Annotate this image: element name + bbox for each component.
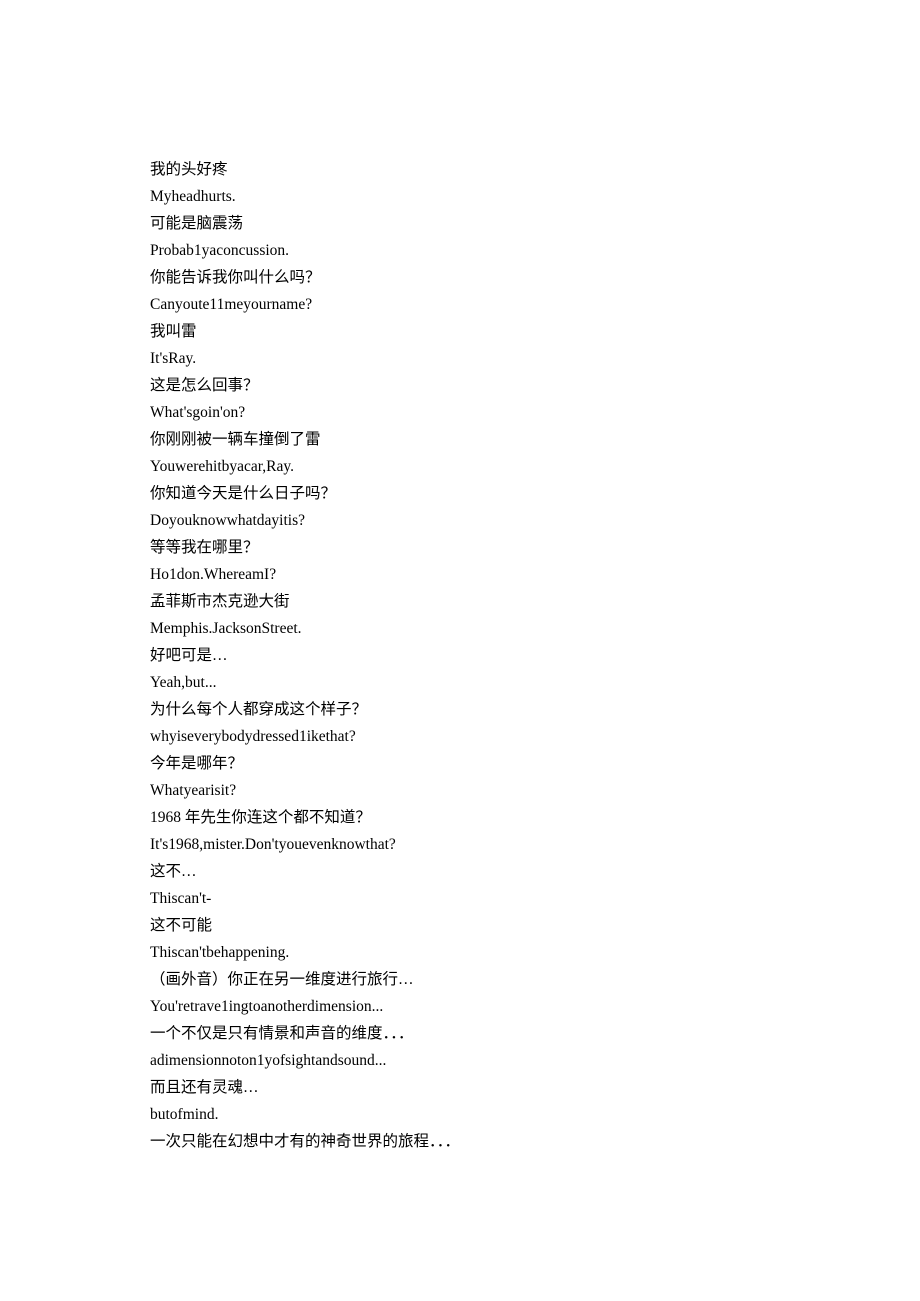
text-line: 今年是哪年？ xyxy=(150,750,770,777)
text-line: 好吧可是… xyxy=(150,642,770,669)
text-line: 你知道今天是什么日子吗？ xyxy=(150,480,770,507)
text-line: （画外音）你正在另一维度进行旅行… xyxy=(150,966,770,993)
text-line: Memphis.JacksonStreet. xyxy=(150,615,770,642)
text-line: Yeah,but... xyxy=(150,669,770,696)
text-line: 而且还有灵魂… xyxy=(150,1074,770,1101)
text-line: 一个不仅是只有情景和声音的维度．．． xyxy=(150,1020,770,1047)
text-line: whyiseverybodydressed1ikethat? xyxy=(150,723,770,750)
text-line: 我叫雷 xyxy=(150,318,770,345)
text-line: It'sRay. xyxy=(150,345,770,372)
text-line: 你刚刚被一辆车撞倒了雷 xyxy=(150,426,770,453)
text-line: 为什么每个人都穿成这个样子？ xyxy=(150,696,770,723)
text-line: 一次只能在幻想中才有的神奇世界的旅程．．． xyxy=(150,1128,770,1155)
text-line: It's1968,mister.Don'tyouevenknowthat? xyxy=(150,831,770,858)
text-line: 1968 年先生你连这个都不知道？ xyxy=(150,804,770,831)
text-line: 这是怎么回事？ xyxy=(150,372,770,399)
text-line: What'sgoin'on? xyxy=(150,399,770,426)
text-line: Whatyearisit? xyxy=(150,777,770,804)
text-line: Myheadhurts. xyxy=(150,183,770,210)
text-line: Doyouknowwhatdayitis? xyxy=(150,507,770,534)
text-line: Canyoute11meyourname? xyxy=(150,291,770,318)
text-line: 孟菲斯市杰克逊大街 xyxy=(150,588,770,615)
text-line: 我的头好疼 xyxy=(150,156,770,183)
text-line: Probab1yaconcussion. xyxy=(150,237,770,264)
text-line: 这不… xyxy=(150,858,770,885)
text-line: Ho1don.WhereamI? xyxy=(150,561,770,588)
text-line: 这不可能 xyxy=(150,912,770,939)
text-line: 可能是脑震荡 xyxy=(150,210,770,237)
text-line: butofmind. xyxy=(150,1101,770,1128)
text-line: 等等我在哪里？ xyxy=(150,534,770,561)
text-line: Youwerehitbyacar,Ray. xyxy=(150,453,770,480)
document-page: 我的头好疼 Myheadhurts. 可能是脑震荡 Probab1yaconcu… xyxy=(0,0,920,1255)
text-line: Thiscan't- xyxy=(150,885,770,912)
text-line: You'retrave1ingtoanotherdimension... xyxy=(150,993,770,1020)
text-line: Thiscan'tbehappening. xyxy=(150,939,770,966)
text-line: 你能告诉我你叫什么吗？ xyxy=(150,264,770,291)
text-line: adimensionnoton1yofsightandsound... xyxy=(150,1047,770,1074)
